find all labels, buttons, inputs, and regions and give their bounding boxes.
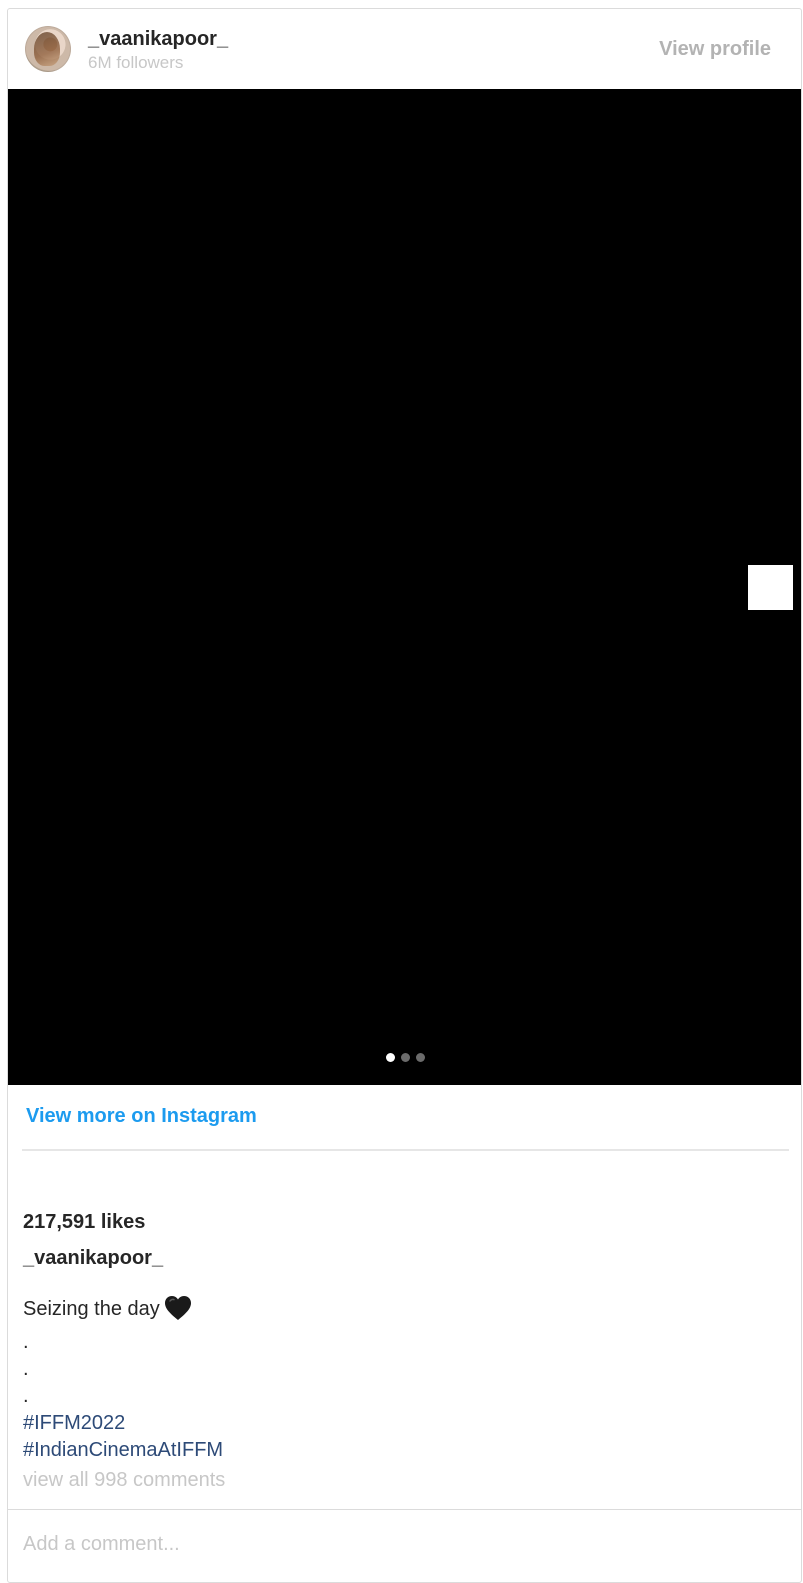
caption-dot: .: [23, 1331, 29, 1353]
avatar[interactable]: [25, 26, 71, 72]
view-more-link[interactable]: View more on Instagram: [26, 1105, 257, 1128]
caption-dot: .: [23, 1358, 29, 1380]
header-username[interactable]: _vaanikapoor_: [88, 28, 228, 51]
caption-text: Seizing the day: [23, 1298, 160, 1320]
hashtag-link[interactable]: #IndianCinemaAtIFFM: [23, 1437, 223, 1464]
caption: Seizing the day . . . #IFFM2022 #IndianC…: [23, 1295, 223, 1464]
divider: [8, 1509, 801, 1510]
carousel-dot-3: [416, 1053, 425, 1062]
view-profile-button[interactable]: View profile: [659, 38, 771, 61]
follower-count: 6M followers: [88, 53, 184, 72]
avatar-image: [34, 32, 60, 66]
next-arrow-icon[interactable]: [748, 565, 793, 610]
hashtag-link[interactable]: #IFFM2022: [23, 1410, 223, 1437]
post-media[interactable]: [8, 89, 801, 1085]
carousel-dot-2: [401, 1053, 410, 1062]
carousel-dot-1: [386, 1053, 395, 1062]
divider: [22, 1149, 789, 1151]
add-comment-input[interactable]: [23, 1529, 783, 1559]
view-all-comments-link[interactable]: view all 998 comments: [23, 1469, 225, 1492]
likes-count[interactable]: 217,591 likes: [23, 1211, 145, 1234]
post-header: _vaanikapoor_ 6M followers View profile: [8, 9, 801, 89]
caption-dot: .: [23, 1385, 29, 1407]
instagram-embed-card: _vaanikapoor_ 6M followers View profile …: [7, 8, 802, 1583]
carousel-indicator: [386, 1053, 425, 1062]
black-heart-icon: [164, 1295, 192, 1329]
caption-username[interactable]: _vaanikapoor_: [23, 1247, 163, 1270]
